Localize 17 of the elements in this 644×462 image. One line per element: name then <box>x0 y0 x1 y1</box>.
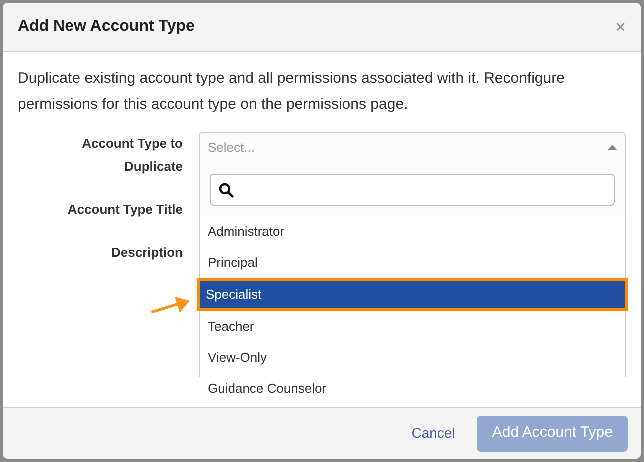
callout-arrow-icon <box>151 295 191 315</box>
caret-up-icon <box>608 145 617 150</box>
dialog-title: Add New Account Type <box>18 17 195 37</box>
cancel-link[interactable]: Cancel <box>412 423 456 444</box>
search-icon <box>219 182 234 198</box>
field-label: Account Type Title <box>66 201 183 219</box>
dropdown-option[interactable]: Specialist <box>197 278 628 311</box>
field-label: Description <box>110 244 183 262</box>
description-text: Duplicate existing account type and all permissions associated with it. Reconfigure permissions for this account type on the permissions page. <box>17 69 566 115</box>
field-label: Account Type to Duplicate <box>81 135 183 176</box>
dropdown-option[interactable]: Teacher <box>200 311 625 342</box>
select-placeholder: Select... <box>208 138 255 157</box>
dropdown-option[interactable]: View-Only <box>200 342 625 373</box>
dropdown-option[interactable]: Guidance Counselor <box>200 373 625 404</box>
dropdown-option[interactable]: Administrator <box>200 216 625 247</box>
dropdown-option[interactable]: Principal <box>200 247 625 278</box>
search-field[interactable] <box>210 174 615 206</box>
